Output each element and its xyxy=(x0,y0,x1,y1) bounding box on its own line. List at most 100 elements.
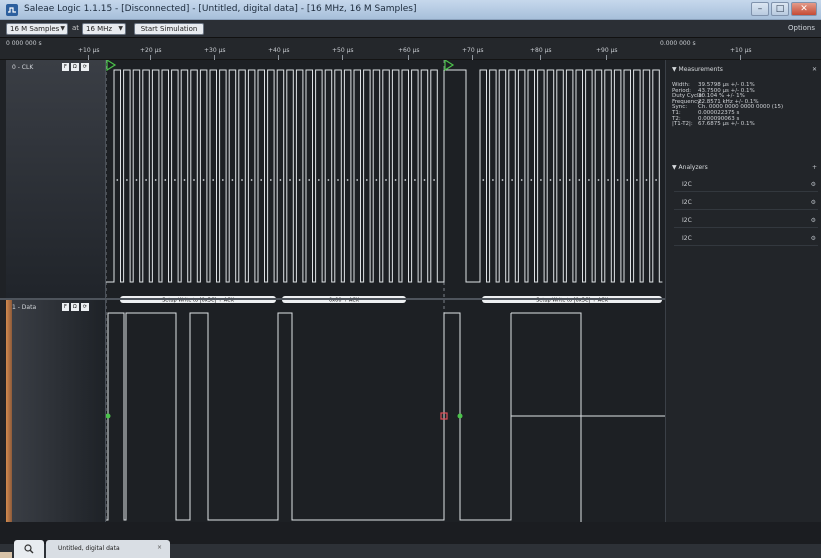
channel-1-trigger-button[interactable]: F xyxy=(62,303,69,311)
channel-0-waveform xyxy=(106,69,663,283)
waveform-area[interactable]: Setup Write to [0x3C] + ACK 0x00 + ACK S… xyxy=(106,60,665,522)
samples-select[interactable]: 16 M Samples ▼ xyxy=(6,23,68,35)
sample-marker xyxy=(241,179,243,181)
sample-marker xyxy=(279,179,282,181)
sample-marker xyxy=(193,179,195,181)
channel-1-name: 1 - Data xyxy=(12,304,37,311)
sample-marker xyxy=(423,179,426,181)
measurement-value: 67.6875 µs +/- 0.1% xyxy=(698,121,755,128)
sample-marker xyxy=(645,179,648,181)
measurements-close-icon[interactable]: ✕ xyxy=(812,66,817,73)
channel-1-secondary-trace xyxy=(510,312,665,522)
title-bar: Saleae Logic 1.1.15 - [Disconnected] - [… xyxy=(0,0,821,20)
channel-0-buttons: F Ω ⟳ xyxy=(62,63,89,71)
tab-bar: Untitled, digital data × xyxy=(0,522,821,558)
analyzer-name: I2C xyxy=(682,217,692,224)
options-button[interactable]: Options xyxy=(788,24,815,32)
channel-0-trigger-button[interactable]: F xyxy=(62,63,69,71)
ruler-start-time: 0 000 000 s xyxy=(6,40,42,47)
channel-0-settings-button[interactable]: ⟳ xyxy=(80,63,89,71)
gear-icon[interactable]: ⚙ xyxy=(811,199,816,206)
ruler-tick-label: +10 µs xyxy=(730,47,752,54)
start-button[interactable]: Start Simulation xyxy=(134,23,204,35)
window-controls: – □ ✕ xyxy=(751,2,817,17)
maximize-button[interactable]: □ xyxy=(771,2,789,16)
toolbar: 16 M Samples ▼ at 16 MHz ▼ Start Simulat… xyxy=(0,20,821,38)
ruler-tick-label: +70 µs xyxy=(462,47,484,54)
analyzer-row[interactable]: I2C ⚙ xyxy=(674,214,818,228)
sample-marker xyxy=(365,179,368,181)
window-edge xyxy=(0,552,12,558)
channel-0-edge-button[interactable]: Ω xyxy=(70,63,79,71)
gear-icon[interactable]: ⚙ xyxy=(811,235,816,242)
sample-marker xyxy=(626,179,629,181)
rate-select[interactable]: 16 MHz ▼ xyxy=(82,23,126,35)
close-button[interactable]: ✕ xyxy=(791,2,817,16)
ruler-tick-label: +80 µs xyxy=(530,47,552,54)
sample-marker xyxy=(337,179,339,181)
sample-marker xyxy=(154,179,157,181)
channel-1-header[interactable]: 1 - Data F Ω ⟳ xyxy=(6,300,106,522)
channel-1-edge-button[interactable]: Ω xyxy=(70,303,79,311)
ruler-tick-label: +30 µs xyxy=(204,47,226,54)
sample-marker xyxy=(174,179,176,181)
ruler-tick-label: +90 µs xyxy=(596,47,618,54)
sample-marker xyxy=(636,179,638,181)
tab-label: Untitled, digital data xyxy=(58,545,120,552)
analyzers-add-icon[interactable]: + xyxy=(812,164,817,171)
sample-marker xyxy=(289,179,291,181)
gear-icon[interactable]: ⚙ xyxy=(811,181,816,188)
chevron-down-icon: ▼ xyxy=(60,25,65,32)
measurements-title: Measurements xyxy=(678,66,723,73)
sample-marker xyxy=(559,179,561,181)
measurement-key: |T1-T2|: xyxy=(672,121,693,128)
sample-marker xyxy=(511,179,513,181)
channel-0-name: 0 - CLK xyxy=(12,64,34,71)
ruler-marker-time: 0.000 000 s xyxy=(660,40,696,47)
sample-marker xyxy=(607,179,609,181)
ruler-tick-label: +60 µs xyxy=(398,47,420,54)
sample-marker xyxy=(260,179,263,181)
at-label: at xyxy=(72,24,80,32)
search-icon xyxy=(24,544,34,554)
sample-marker xyxy=(212,179,215,181)
time-ruler[interactable]: 0 000 000 s 0.000 000 s +10 µs +20 µs +30 … xyxy=(0,38,821,60)
minimize-button[interactable]: – xyxy=(751,2,769,16)
sample-marker xyxy=(202,179,205,181)
sample-marker xyxy=(164,179,167,181)
sample-marker xyxy=(520,179,523,181)
sample-marker xyxy=(126,179,128,181)
sample-marker xyxy=(597,179,600,181)
gear-icon[interactable]: ⚙ xyxy=(811,217,816,224)
sample-marker xyxy=(616,179,619,181)
sample-marker xyxy=(221,179,224,181)
analyzer-row[interactable]: I2C ⚙ xyxy=(674,232,818,246)
sample-marker xyxy=(549,179,552,181)
analyzer-row[interactable]: I2C ⚙ xyxy=(674,178,818,192)
tab-close-icon[interactable]: × xyxy=(157,544,162,551)
sample-marker xyxy=(655,179,657,181)
sample-marker xyxy=(385,179,387,181)
sample-marker xyxy=(327,179,330,181)
sample-marker xyxy=(394,179,397,181)
channel-1-waveform xyxy=(106,312,512,521)
sample-marker xyxy=(116,179,119,181)
sample-marker xyxy=(135,179,138,181)
channel-1-settings-button[interactable]: ⟳ xyxy=(80,303,89,311)
analyzer-row[interactable]: I2C ⚙ xyxy=(674,196,818,210)
analyzers-header[interactable]: ▼ Analyzers xyxy=(672,164,708,171)
sample-marker xyxy=(298,179,301,181)
app-logo-icon xyxy=(6,4,18,16)
measurement-row: |T1-T2|: 67.6875 µs +/- 0.1% xyxy=(672,121,755,127)
sample-marker xyxy=(540,179,542,181)
channel-1-buttons: F Ω ⟳ xyxy=(62,303,89,311)
sample-marker xyxy=(346,179,349,181)
sample-marker xyxy=(588,179,590,181)
sample-marker xyxy=(269,179,272,181)
search-tab[interactable] xyxy=(14,540,44,558)
sample-marker xyxy=(145,179,147,181)
samples-value: 16 M Samples xyxy=(10,25,60,33)
measurements-header[interactable]: ▼ Measurements xyxy=(672,66,723,73)
channel-0-header[interactable]: 0 - CLK F Ω ⟳ xyxy=(6,60,106,298)
tab-untitled[interactable]: Untitled, digital data × xyxy=(46,540,170,558)
